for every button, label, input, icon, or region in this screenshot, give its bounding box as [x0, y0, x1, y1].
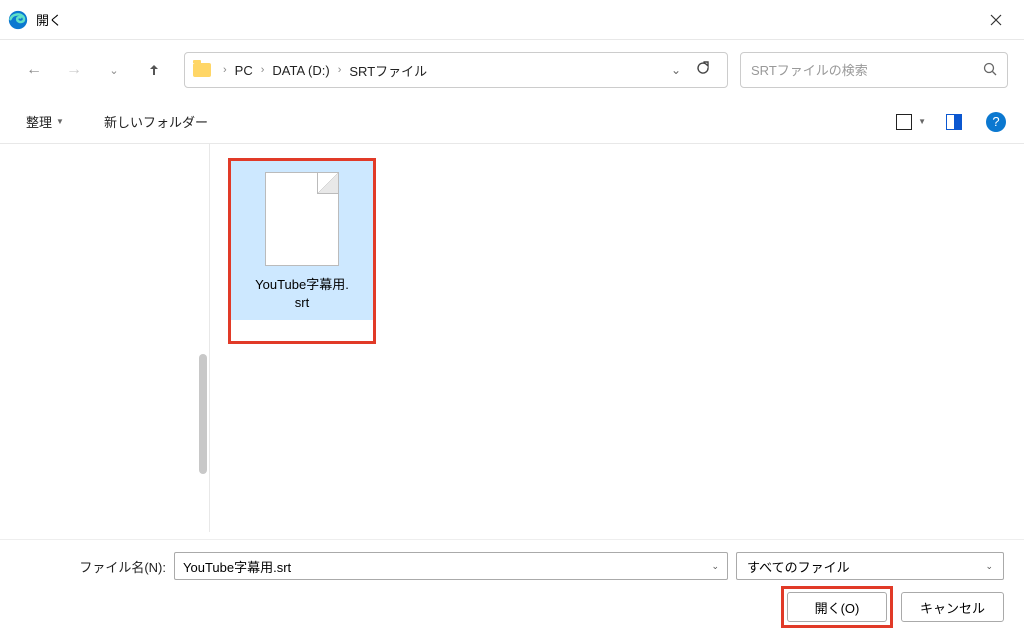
search-input[interactable] — [751, 63, 983, 78]
window-title: 開く — [36, 10, 976, 29]
nav-bar: ← → ⌄ › PC › DATA (D:) › SRTファイル ⌄ — [0, 40, 1024, 100]
sidebar-scrollbar[interactable] — [199, 354, 207, 474]
file-type-select[interactable]: すべてのファイル ⌄ — [736, 552, 1004, 580]
breadcrumb-sep: › — [219, 64, 231, 76]
title-bar: 開く — [0, 0, 1024, 40]
refresh-button[interactable] — [687, 60, 719, 81]
view-mode-dropdown[interactable]: ▼ — [918, 117, 926, 126]
file-name: YouTube字幕用. srt — [230, 276, 374, 312]
search-icon — [983, 62, 997, 79]
filename-label: ファイル名(N): — [74, 557, 166, 576]
help-button[interactable]: ? — [986, 112, 1006, 132]
up-button[interactable] — [136, 52, 172, 88]
file-icon — [265, 172, 339, 266]
filename-input[interactable] — [183, 559, 711, 574]
content-area: YouTube字幕用. srt — [0, 144, 1024, 532]
filename-combobox[interactable]: ⌄ — [174, 552, 728, 580]
edge-icon — [8, 10, 28, 30]
preview-pane-toggle[interactable] — [946, 114, 962, 130]
open-button[interactable]: 開く(O) — [787, 592, 887, 622]
file-list[interactable]: YouTube字幕用. srt — [210, 144, 1024, 532]
address-bar[interactable]: › PC › DATA (D:) › SRTファイル ⌄ — [184, 52, 728, 88]
filename-dropdown[interactable]: ⌄ — [711, 561, 719, 572]
cancel-button[interactable]: キャンセル — [901, 592, 1004, 622]
breadcrumb-sep: › — [257, 64, 269, 76]
address-dropdown[interactable]: ⌄ — [665, 63, 687, 77]
toolbar: 整理▼ 新しいフォルダー ▼ ? — [0, 100, 1024, 144]
breadcrumb-pc[interactable]: PC — [231, 61, 257, 80]
organize-menu[interactable]: 整理▼ — [18, 108, 72, 135]
dialog-footer: ファイル名(N): ⌄ すべてのファイル ⌄ 開く(O) キャンセル — [0, 539, 1024, 640]
breadcrumb-folder[interactable]: SRTファイル — [345, 59, 431, 82]
recent-dropdown[interactable]: ⌄ — [96, 52, 132, 88]
back-button[interactable]: ← — [16, 52, 52, 88]
chevron-down-icon: ⌄ — [985, 561, 993, 572]
forward-button[interactable]: → — [56, 52, 92, 88]
close-button[interactable] — [976, 0, 1016, 40]
breadcrumb-drive[interactable]: DATA (D:) — [268, 61, 333, 80]
search-box[interactable] — [740, 52, 1008, 88]
nav-sidebar[interactable] — [0, 144, 210, 532]
folder-icon — [193, 63, 211, 77]
file-item[interactable]: YouTube字幕用. srt — [230, 160, 374, 320]
new-folder-button[interactable]: 新しいフォルダー — [96, 108, 216, 135]
breadcrumb-sep: › — [334, 64, 346, 76]
view-mode-icon[interactable] — [896, 114, 912, 130]
